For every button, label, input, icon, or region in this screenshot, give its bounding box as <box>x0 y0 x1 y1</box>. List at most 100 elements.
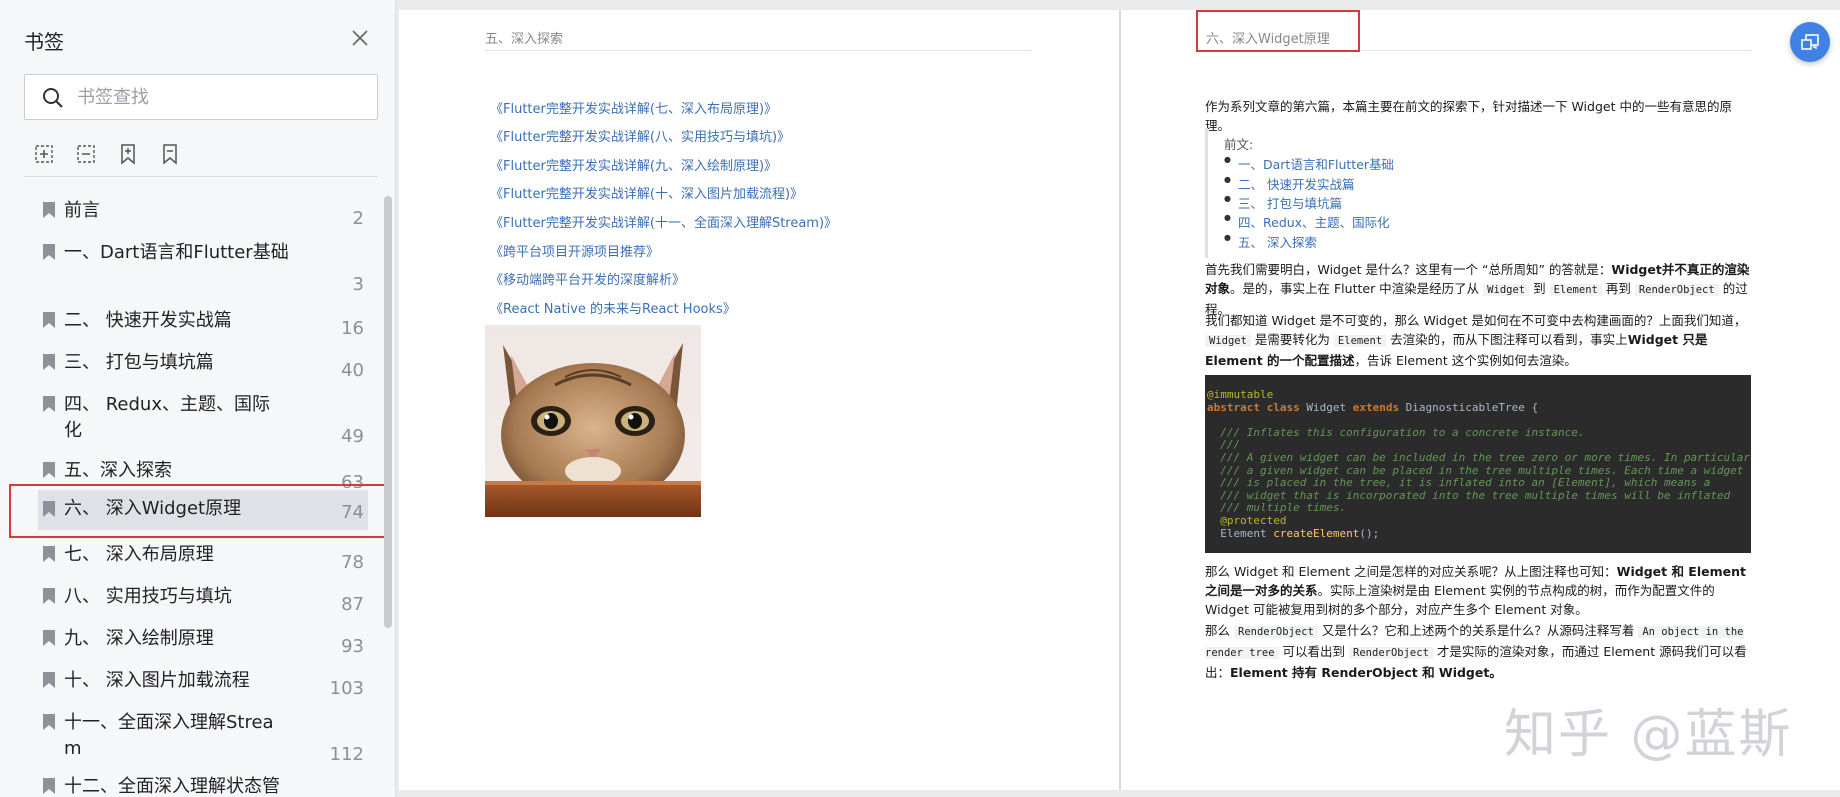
text-run: ，告诉 Element 这个实例如何去渲染。 <box>1354 353 1577 368</box>
bookmark-sidebar: 书签 前言 2 <box>0 0 396 797</box>
quote-link[interactable]: 三、 打包与填坑篇 <box>1224 193 1342 212</box>
watermark: 知乎 @蓝斯 <box>1504 705 1793 765</box>
cat-image <box>485 325 701 517</box>
sidebar-divider <box>24 176 378 177</box>
article-link[interactable]: 《移动端跨平台开发的深度解析》 <box>490 269 685 288</box>
text-run: 去渲染的，而从下图注释可以看到，事实上 <box>1390 332 1628 347</box>
bookmark-label: 四、 Redux、主题、国际化 <box>64 394 270 441</box>
article-link[interactable]: 《Flutter完整开发实战详解(七、深入布局原理)》 <box>490 98 777 117</box>
bookmark-label: 七、 深入布局原理 <box>64 544 214 565</box>
code-token: createElement <box>1273 526 1360 540</box>
bookmark-item[interactable]: 前言 2 <box>38 198 368 238</box>
text-run: 是需要转化为 <box>1254 332 1330 347</box>
bookmark-item[interactable]: 七、 深入布局原理 78 <box>38 542 368 582</box>
bookmark-icon <box>43 244 55 260</box>
article-link[interactable]: 《React Native 的未来与React Hooks》 <box>490 298 736 317</box>
article-link[interactable]: 《跨平台项目开源项目推荐》 <box>490 241 659 260</box>
text-run: 又是什么？它和上述两个的关系是什么？从源码注释写着 <box>1321 623 1635 638</box>
inline-code: Element <box>1333 335 1387 347</box>
previous-articles-quote: 前文: 一、Dart语言和Flutter基础 二、 快速开发实战篇 三、 打包与… <box>1205 128 1751 258</box>
text-run: 再到 <box>1605 281 1631 296</box>
article-link[interactable]: 《Flutter完整开发实战详解(八、实用技巧与填坑)》 <box>490 126 790 145</box>
text-run: 到 <box>1533 281 1546 296</box>
bookmark-icon <box>43 588 55 604</box>
bookmark-search-box[interactable] <box>24 74 378 120</box>
bookmark-label: 八、 实用技巧与填坑 <box>64 586 232 607</box>
collapse-all-icon[interactable] <box>74 142 100 168</box>
article-link[interactable]: 《Flutter完整开发实战详解(十、深入图片加载流程)》 <box>490 183 803 202</box>
screen-switch-button[interactable] <box>1790 22 1830 62</box>
code-line: /// a given widget can be placed in the … <box>1207 463 1744 477</box>
code-token: extends <box>1352 400 1400 414</box>
quote-link[interactable]: 五、 深入探索 <box>1224 232 1317 251</box>
inline-code: Widget <box>1483 284 1530 296</box>
bookmark-page: 112 <box>329 744 364 765</box>
bookmark-page: 2 <box>352 208 364 229</box>
code-token: Widget <box>1299 400 1353 414</box>
bookmark-page: 87 <box>341 594 364 615</box>
remove-bookmark-icon[interactable] <box>158 142 184 168</box>
add-bookmark-icon[interactable] <box>116 142 142 168</box>
code-line: /// Inflates this configuration to a con… <box>1207 425 1585 439</box>
bookmark-item[interactable]: 三、 打包与填坑篇 40 <box>38 350 368 390</box>
code-line: /// <box>1207 438 1241 452</box>
bookmark-page: 3 <box>352 274 364 295</box>
quote-link[interactable]: 一、Dart语言和Flutter基础 <box>1224 154 1394 173</box>
bookmark-icon <box>43 546 55 562</box>
code-line: @protected <box>1207 513 1287 527</box>
bookmark-icon <box>43 202 55 218</box>
bookmark-item[interactable]: 一、Dart语言和Flutter基础 3 <box>38 240 368 300</box>
code-token: Element <box>1207 526 1274 540</box>
code-line: /// multiple times. <box>1207 501 1347 515</box>
quote-link[interactable]: 四、Redux、主题、国际化 <box>1224 212 1390 231</box>
search-icon <box>43 88 63 108</box>
left-page-header: 五、深入探索 <box>485 32 564 47</box>
bookmark-icon <box>43 714 55 730</box>
bookmark-label: 十一、全面深入理解Stream <box>64 712 274 759</box>
bookmark-item[interactable]: 八、 实用技巧与填坑 87 <box>38 584 368 624</box>
expand-all-icon[interactable] <box>32 142 58 168</box>
bookmark-item[interactable]: 四、 Redux、主题、国际化 49 <box>38 392 368 452</box>
text-run: 我们都知道 Widget 是不可变的，那么 Widget 是如何在不可变中去构建… <box>1205 313 1747 328</box>
inline-code: RenderObject <box>1349 647 1433 659</box>
screen-switch-icon <box>1801 34 1819 50</box>
inline-code: RenderObject <box>1234 626 1318 638</box>
bookmark-page: 16 <box>341 318 364 339</box>
bookmark-page: 93 <box>341 636 364 657</box>
sidebar-scrollbar[interactable] <box>384 196 392 628</box>
pdf-reader-window: 书签 前言 2 <box>0 0 1840 797</box>
bookmark-item[interactable]: 十、 深入图片加载流程 103 <box>38 668 368 708</box>
bookmark-item[interactable]: 九、 深入绘制原理 93 <box>38 626 368 666</box>
sidebar-title: 书签 <box>24 30 64 54</box>
code-token: abstract class <box>1207 400 1300 414</box>
paragraph-widget-immutable: 我们都知道 Widget 是不可变的，那么 Widget 是如何在不可变中去构建… <box>1205 311 1751 370</box>
code-line: /// is placed in the tree, it is inflate… <box>1207 476 1711 490</box>
article-link[interactable]: 《Flutter完整开发实战详解(九、深入绘制原理)》 <box>490 155 777 174</box>
bookmark-item[interactable]: 十二、全面深入理解状态管 <box>38 774 368 797</box>
header-divider <box>485 50 1031 51</box>
bookmark-item[interactable]: 二、 快速开发实战篇 16 <box>38 308 368 348</box>
close-icon[interactable] <box>348 26 372 50</box>
bookmark-label: 十、 深入图片加载流程 <box>64 670 250 691</box>
code-line: /// A given widget can be included in th… <box>1207 450 1751 464</box>
bookmark-icon <box>43 672 55 688</box>
bookmark-page: 49 <box>341 426 364 447</box>
bookmark-label: 二、 快速开发实战篇 <box>64 310 232 331</box>
code-line: /// widget that is incorporated into the… <box>1207 488 1731 502</box>
document-view: 五、深入探索 《Flutter完整开发实战详解(七、深入布局原理)》 《Flut… <box>399 10 1840 790</box>
text-run: 那么 <box>1205 623 1231 638</box>
code-screenshot: @immutable abstract class Widget extends… <box>1205 375 1751 553</box>
active-bookmark-highlight <box>9 484 391 538</box>
bookmark-icon <box>43 778 55 794</box>
text-run: 。是的，事实上在 Flutter 中渲染是经历了从 <box>1230 281 1480 296</box>
inline-code: Widget <box>1205 335 1251 347</box>
inline-code: Element <box>1549 284 1602 296</box>
quote-title: 前文: <box>1224 137 1254 152</box>
quote-link[interactable]: 二、 快速开发实战篇 <box>1224 174 1355 193</box>
page-header-highlight <box>1196 10 1360 52</box>
article-link[interactable]: 《Flutter完整开发实战详解(十一、全面深入理解Stream)》 <box>490 212 837 231</box>
bookmark-label: 三、 打包与填坑篇 <box>64 352 214 373</box>
bookmark-search-input[interactable] <box>77 83 357 111</box>
inline-code: RenderObject <box>1634 284 1719 296</box>
bookmark-item[interactable]: 十一、全面深入理解Stream 112 <box>38 710 368 770</box>
